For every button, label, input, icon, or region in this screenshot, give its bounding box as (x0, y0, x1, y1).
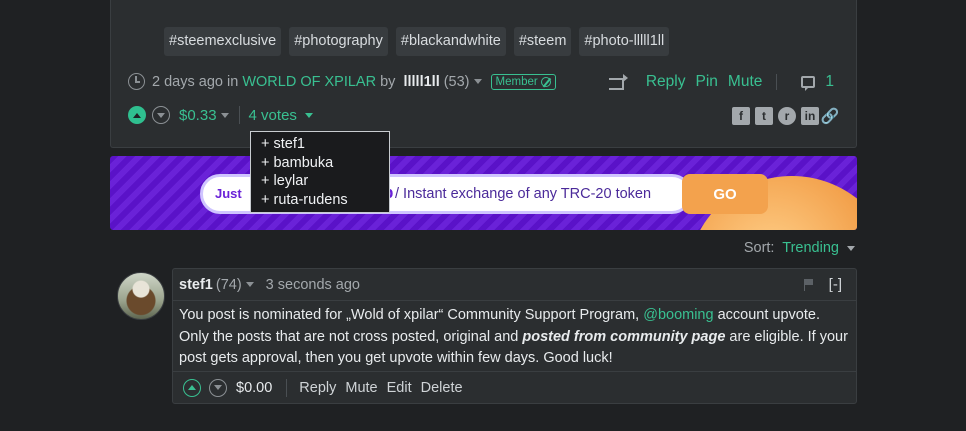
pin-button[interactable]: Pin (696, 73, 718, 91)
go-button[interactable]: GO (682, 174, 768, 214)
comment-body: You post is nominated for „Wold of xpila… (173, 301, 856, 370)
comments-icon[interactable] (801, 76, 816, 91)
flag-icon[interactable] (804, 279, 814, 291)
upvote-icon[interactable] (128, 106, 146, 124)
facebook-icon[interactable]: f (732, 107, 750, 125)
downvote-icon[interactable] (152, 106, 170, 124)
post-meta: 2 days ago in WORLD OF XPILAR by lllll1l… (128, 73, 556, 90)
voter-item[interactable]: + ruta-rudens (261, 191, 389, 210)
tag[interactable]: #steemexclusive (164, 27, 282, 56)
downvote-icon[interactable] (209, 378, 227, 397)
tag-list: #steemexclusive #photography #blackandwh… (164, 27, 670, 56)
votes-label: 4 votes (248, 106, 297, 124)
sort-value: Trending (782, 240, 839, 256)
tag[interactable]: #photo-lllll1ll (579, 27, 670, 56)
author-reputation: (53) (443, 73, 470, 90)
ad-banner[interactable]: Just p / Instant exchange of any TRC-20 … (110, 156, 857, 230)
chevron-down-icon (305, 113, 314, 119)
share-buttons: f t r in 🔗 (732, 107, 840, 125)
banner-left-text: Just (215, 186, 242, 201)
sort-select[interactable]: Trending (782, 240, 855, 256)
comment-reputation: (74) (215, 276, 242, 293)
voter-item[interactable]: + leylar (261, 172, 389, 191)
post-time: 2 days ago (152, 73, 223, 90)
chevron-down-icon[interactable] (245, 282, 254, 287)
tag[interactable]: #steem (513, 27, 572, 56)
comment-header: stef1 (74) 3 seconds ago (173, 269, 856, 301)
comment-card: stef1 (74) 3 seconds ago [-] You post is… (172, 268, 857, 404)
vote-row: $0.33 4 votes (128, 106, 314, 124)
tag[interactable]: #photography (289, 27, 388, 56)
twitter-icon[interactable]: t (755, 107, 773, 125)
comment-bold-text: posted from community page (522, 328, 726, 345)
chevron-down-icon (847, 245, 855, 251)
banner-text: / Instant exchange of any TRC-20 token (395, 186, 652, 202)
comment-delete-button[interactable]: Delete (421, 380, 463, 396)
comment-edit-button[interactable]: Edit (387, 380, 412, 396)
voters-dropdown: + stef1 + bambuka + leylar + ruta-rudens (250, 131, 390, 213)
sort-label: Sort: (743, 240, 775, 256)
mention-link[interactable]: @booming (643, 307, 713, 323)
post-actions: Reply Pin Mute 1 (608, 73, 834, 91)
chevron-down-icon[interactable] (220, 112, 229, 118)
clock-icon (128, 73, 145, 90)
voter-item[interactable]: + stef1 (261, 135, 389, 154)
voter-item[interactable]: + bambuka (261, 154, 389, 173)
linkedin-icon[interactable]: in (801, 107, 819, 125)
upvote-icon[interactable] (183, 378, 201, 397)
by-label: by (380, 73, 396, 90)
badge-label: Member (495, 75, 538, 88)
payout-value[interactable]: $0.33 (179, 107, 217, 124)
comments-count[interactable]: 1 (825, 73, 834, 91)
comment-reply-button[interactable]: Reply (299, 380, 336, 396)
comment-text: You post is nominated for „Wold of xpila… (179, 307, 644, 323)
comment-mute-button[interactable]: Mute (345, 380, 377, 396)
reddit-icon[interactable]: r (778, 107, 796, 125)
reply-button[interactable]: Reply (646, 73, 686, 91)
chevron-down-icon[interactable] (473, 79, 482, 84)
author-link[interactable]: lllll1ll (403, 74, 439, 90)
comment-time[interactable]: 3 seconds ago (266, 277, 360, 293)
link-icon[interactable]: 🔗 (821, 107, 840, 125)
comment-author[interactable]: stef1 (179, 277, 213, 293)
comment-payout[interactable]: $0.00 (236, 380, 272, 396)
sort-control: Sort: Trending (744, 240, 855, 256)
post-card: #steemexclusive #photography #blackandwh… (110, 0, 857, 148)
mute-button[interactable]: Mute (728, 73, 762, 91)
divider (238, 106, 240, 124)
collapse-button[interactable]: [-] (829, 276, 842, 293)
member-badge: Member (490, 73, 556, 90)
avatar[interactable] (117, 272, 165, 320)
in-label: in (226, 73, 239, 90)
divider (776, 74, 778, 90)
community-link[interactable]: WORLD OF XPILAR (242, 74, 376, 90)
divider (286, 378, 288, 397)
comment-footer: $0.00 Reply Mute Edit Delete (173, 371, 856, 403)
edit-pen-icon[interactable] (540, 76, 551, 87)
tag[interactable]: #blackandwhite (395, 27, 506, 56)
repost-icon[interactable] (608, 73, 628, 90)
votes-toggle[interactable]: 4 votes (249, 107, 314, 124)
